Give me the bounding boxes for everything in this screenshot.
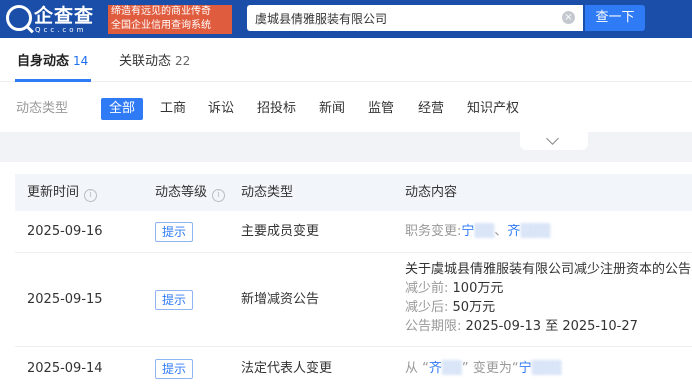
row-content: 从 “齐▒▒” 变更为“宁▒▒▒ (405, 360, 562, 378)
slogan-banner: 缔造有远见的商业传奇 全国企业信用查询系统 (108, 5, 232, 34)
tab-self-count: 14 (73, 54, 89, 68)
filter-chip-regulation[interactable]: 监管 (368, 98, 394, 120)
filter-label: 动态类型 (16, 101, 69, 116)
slogan-line-2: 全国企业信用查询系统 (111, 20, 211, 31)
tab-self-label: 自身动态 (17, 54, 70, 69)
filter-chip-bidding[interactable]: 招投标 (257, 98, 296, 120)
col-header-level-label: 动态等级 (155, 185, 208, 200)
dynamics-panel: 自身动态 14 关联动态 22 动态类型 全部 工商 诉讼 招投标 新闻 监管 经营… (0, 38, 692, 386)
tab-related-label: 关联动态 (119, 54, 172, 69)
capital-after-value: 50万元 (452, 300, 496, 315)
tab-related-count: 22 (175, 54, 191, 68)
announcement-title[interactable]: 关于虞城县倩雅服装有限公司减少注册资本的公告 (405, 261, 691, 279)
table-row: 2025-09-16 提示 主要成员变更 职务变更:宁▒▒、齐▒▒▒ (15, 211, 692, 253)
content-prefix: 职务变更: (405, 224, 462, 239)
period-value: 2025-09-13 至 2025-10-27 (465, 319, 638, 334)
person-to-masked: ▒▒▒ (531, 361, 562, 376)
capital-before-value: 100万元 (452, 281, 504, 296)
name-separator: 、 (494, 224, 508, 239)
filter-chip-ip[interactable]: 知识产权 (467, 98, 519, 120)
member-name-visible: 齐 (507, 224, 521, 239)
member-name-visible: 宁 (461, 224, 475, 239)
member-name-masked: ▒▒▒ (520, 224, 551, 239)
info-icon[interactable]: i (212, 189, 226, 202)
row-type: 新增减资公告 (241, 292, 320, 307)
col-header-level: 动态等级 i (155, 184, 226, 202)
row-date: 2025-09-14 (27, 361, 103, 376)
table-row: 2025-09-15 提示 新增减资公告 关于虞城县倩雅服装有限公司减少注册资本… (15, 254, 692, 347)
collapse-toggle[interactable] (520, 132, 588, 150)
top-header: 企查查 Qcc.com 缔造有远见的商业传奇 全国企业信用查询系统 × 查一下 (0, 0, 692, 38)
level-badge: 提示 (155, 359, 193, 379)
person-from-visible: 齐 (428, 361, 442, 376)
tab-self-dynamics[interactable]: 自身动态 14 (17, 52, 88, 71)
dynamics-tabs: 自身动态 14 关联动态 22 (0, 38, 692, 82)
person-to-visible: 宁 (518, 361, 532, 376)
capital-after-label: 减少后: (405, 300, 449, 315)
row-type: 法定代表人变更 (241, 361, 333, 376)
clear-icon[interactable]: × (562, 11, 575, 24)
filter-chip-business[interactable]: 工商 (160, 98, 186, 120)
search-input[interactable] (255, 9, 555, 27)
tab-related-dynamics[interactable]: 关联动态 22 (119, 52, 190, 71)
member-name-link[interactable]: 齐▒▒▒ (507, 224, 550, 239)
col-header-type: 动态类型 (241, 185, 294, 200)
active-tab-indicator (15, 79, 91, 82)
member-name-masked: ▒▒ (474, 224, 495, 239)
filter-collapse-bar (0, 132, 692, 162)
level-badge: 提示 (155, 222, 193, 242)
filter-chip-operation[interactable]: 经营 (418, 98, 444, 120)
change-label: 变更为 (472, 361, 512, 376)
col-header-content: 动态内容 (405, 185, 458, 200)
chevron-down-icon (546, 132, 559, 145)
logo-text: 企查查 (34, 5, 95, 27)
row-date: 2025-09-16 (27, 224, 103, 239)
search-box (247, 5, 583, 31)
member-name-link[interactable]: 宁▒▒ (461, 224, 494, 239)
col-header-update-time-label: 更新时间 (27, 185, 80, 200)
announcement-period: 公告期限: 2025-09-13 至 2025-10-27 (405, 318, 638, 336)
search-button[interactable]: 查一下 (585, 5, 645, 31)
person-to-link[interactable]: 宁▒▒▒ (519, 361, 562, 376)
qcc-logo[interactable]: 企查查 Qcc.com (6, 5, 104, 34)
level-badge: 提示 (155, 290, 193, 310)
table-row: 2025-09-14 提示 法定代表人变更 从 “齐▒▒” 变更为“宁▒▒▒ (15, 348, 692, 386)
open-quote: “ (511, 361, 519, 376)
logo-domain: Qcc.com (35, 26, 87, 34)
filter-chip-litigation[interactable]: 诉讼 (208, 98, 234, 120)
capital-before: 减少前: 100万元 (405, 280, 503, 298)
filter-chip-all[interactable]: 全部 (101, 98, 144, 120)
row-date: 2025-09-15 (27, 292, 103, 307)
person-from-link[interactable]: 齐▒▒ (429, 361, 462, 376)
from-label: 从 (405, 361, 419, 376)
filter-chip-news[interactable]: 新闻 (319, 98, 345, 120)
table-header: 更新时间 i 动态等级 i 动态类型 动态内容 (15, 174, 692, 211)
row-content: 职务变更:宁▒▒、齐▒▒▒ (405, 223, 550, 241)
close-quote: ” (461, 361, 469, 376)
slogan-line-1: 缔造有远见的商业传奇 (111, 6, 211, 17)
capital-after: 减少后: 50万元 (405, 299, 495, 317)
col-header-update-time: 更新时间 i (27, 184, 98, 202)
logo-magnifier-icon (6, 5, 32, 31)
capital-before-label: 减少前: (405, 281, 449, 296)
info-icon[interactable]: i (84, 189, 98, 202)
row-type: 主要成员变更 (241, 224, 320, 239)
person-from-masked: ▒▒ (441, 361, 462, 376)
open-quote: “ (422, 361, 429, 376)
period-label: 公告期限: (405, 319, 462, 334)
